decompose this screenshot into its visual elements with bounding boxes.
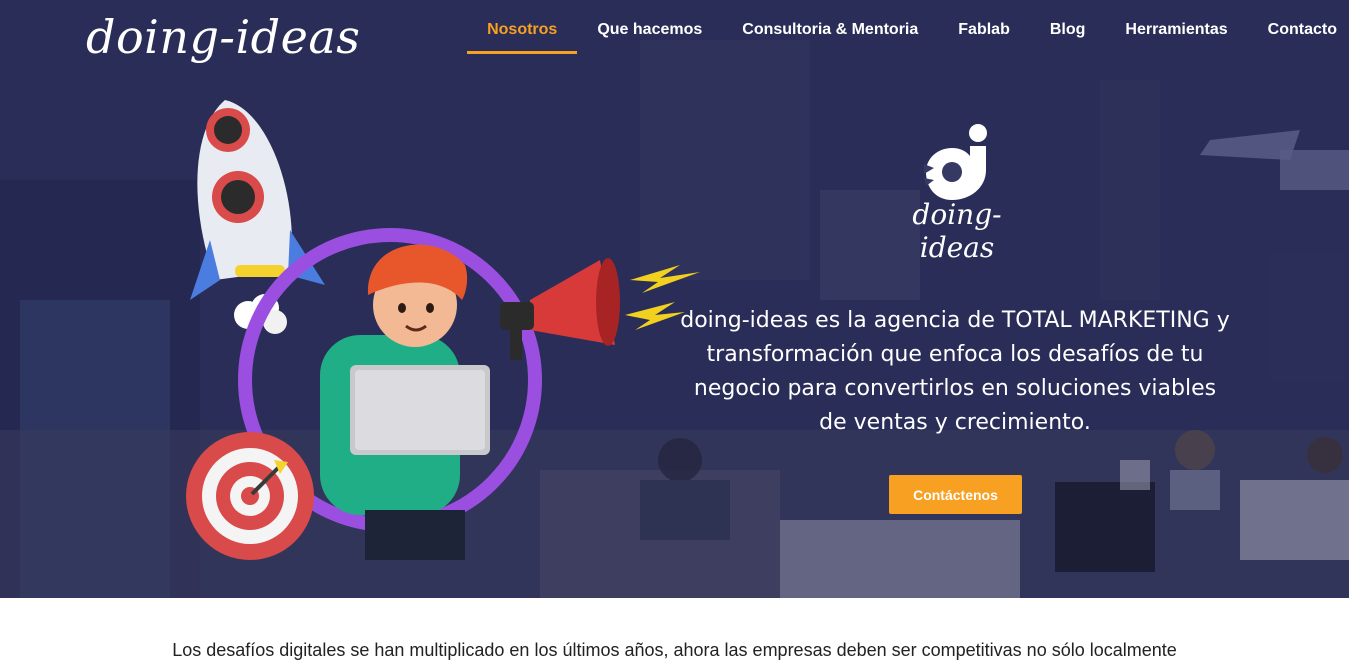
nav-item-blog[interactable]: Blog [1030, 0, 1106, 60]
brand-logo-icon [924, 124, 987, 200]
nav-item-contacto[interactable]: Contacto [1248, 0, 1349, 60]
marketing-illustration [186, 100, 700, 560]
nav-item-nosotros[interactable]: Nosotros [467, 0, 578, 60]
nav-item-fablab[interactable]: Fablab [938, 0, 1030, 60]
nav-item-que-hacemos[interactable]: Que hacemos [577, 0, 722, 60]
nav-item-herramientas[interactable]: Herramientas [1105, 0, 1247, 60]
brand-name: doing-ideas [912, 198, 1002, 264]
hero-tagline: doing-ideas es la agencia de TOTAL MARKE… [680, 308, 1230, 435]
intro-text: Los desafíos digitales se han multiplica… [172, 640, 1177, 660]
hero-section: doing-ideas Nosotros Que hacemos Consult… [0, 0, 1349, 598]
contact-us-button[interactable]: Contáctenos [889, 475, 1022, 514]
laptop-icon [350, 365, 490, 455]
rocket-icon [190, 100, 325, 334]
site-logo[interactable]: doing-ideas [86, 10, 360, 64]
megaphone-icon [500, 258, 620, 360]
target-icon [186, 432, 314, 560]
nav-item-consultoria-mentoria[interactable]: Consultoria & Mentoria [722, 0, 938, 60]
main-nav: Nosotros Que hacemos Consultoria & Mento… [467, 0, 1349, 60]
